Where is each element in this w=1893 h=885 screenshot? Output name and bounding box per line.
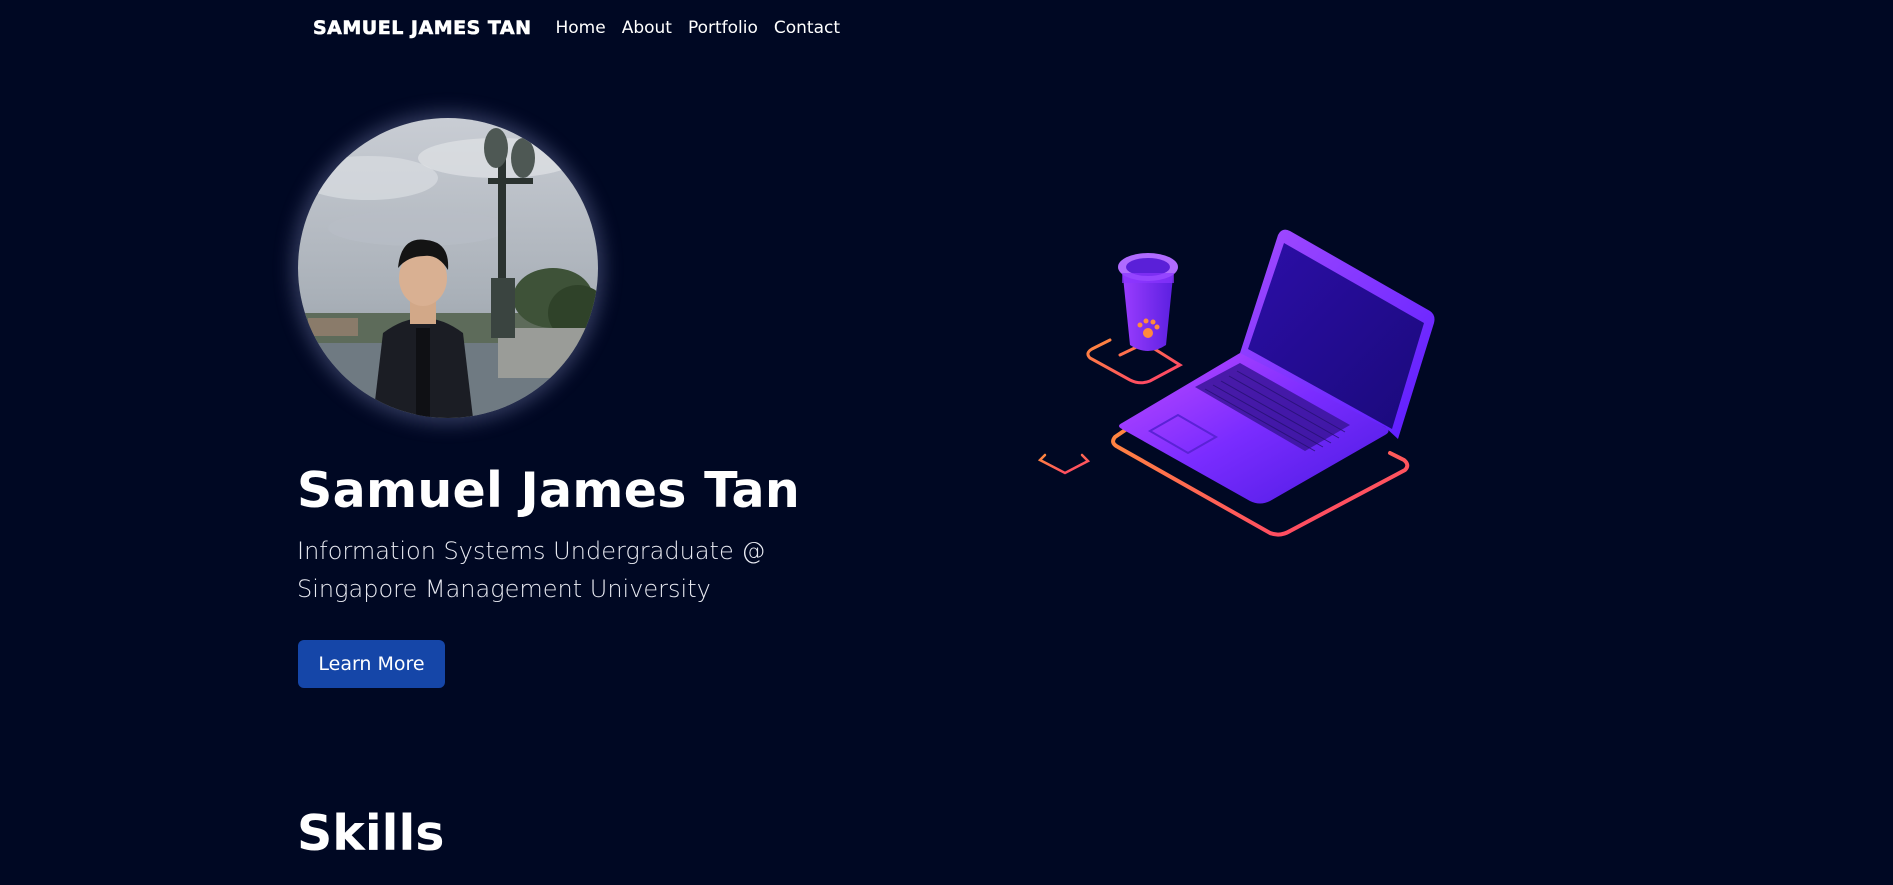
- learn-more-button[interactable]: Learn More: [298, 640, 445, 688]
- laptop-illustration-icon: [1037, 229, 1435, 537]
- profile-photo-image: [298, 118, 598, 418]
- hero-subtitle: Information Systems Undergraduate @ Sing…: [297, 532, 817, 608]
- nav-link-about[interactable]: About: [622, 18, 672, 38]
- brand-logo[interactable]: SAMUEL JAMES TAN: [313, 17, 532, 40]
- nav-link-portfolio[interactable]: Portfolio: [688, 18, 758, 38]
- profile-photo: [298, 118, 598, 418]
- nav-link-home[interactable]: Home: [555, 18, 605, 38]
- navbar: SAMUEL JAMES TAN Home About Portfolio Co…: [313, 14, 840, 42]
- laptop-and-cup-illustration: [1030, 215, 1450, 555]
- hero-subtitle-line2: Singapore Management University: [297, 575, 711, 603]
- skills-section-title: Skills: [297, 805, 445, 862]
- hero-subtitle-line1: Information Systems Undergraduate @: [297, 537, 766, 565]
- hero-name: Samuel James Tan: [297, 462, 801, 519]
- nav-link-contact[interactable]: Contact: [774, 18, 840, 38]
- page: SAMUEL JAMES TAN Home About Portfolio Co…: [0, 0, 1893, 885]
- nav-links: Home About Portfolio Contact: [555, 18, 840, 38]
